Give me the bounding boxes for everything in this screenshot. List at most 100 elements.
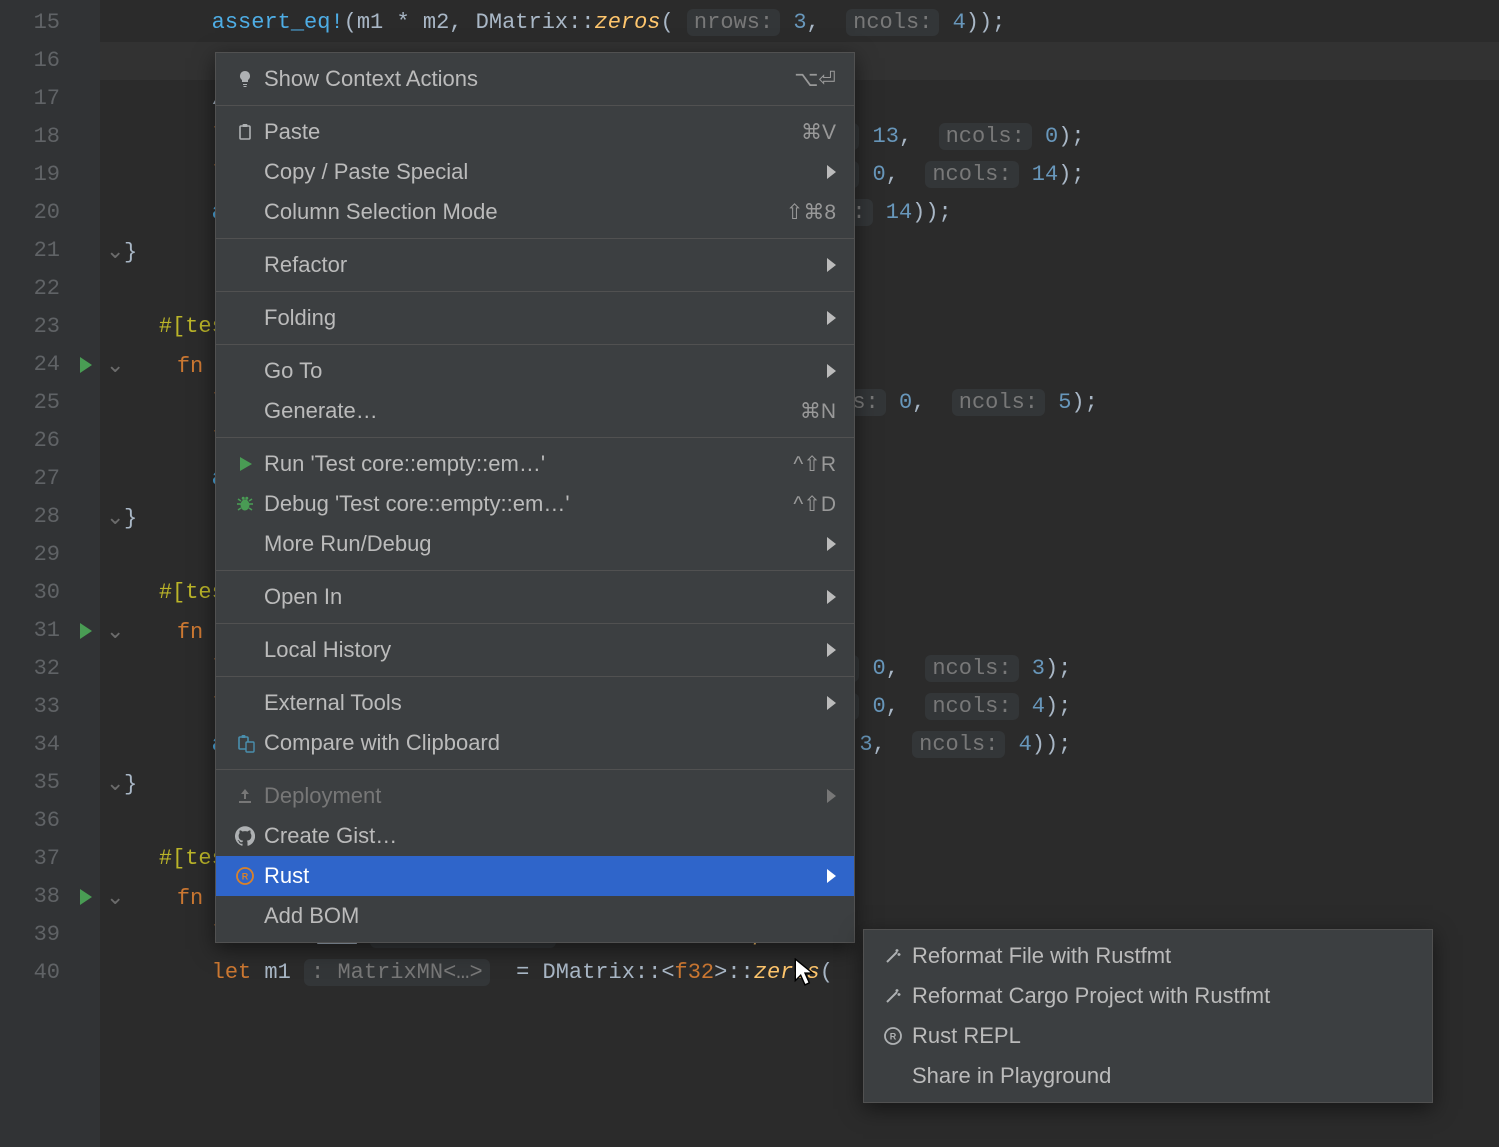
gutter: 1516171819202122232425262728293031323334… [0, 0, 100, 1147]
line-number: 40 [0, 954, 100, 992]
wand-icon [878, 946, 908, 966]
menu-item-refactor[interactable]: Refactor [216, 245, 854, 285]
menu-item-label: Folding [260, 305, 819, 331]
rust-icon: R [230, 866, 260, 886]
line-number: 19 [0, 156, 100, 194]
submenu-item-label: Reformat Cargo Project with Rustfmt [908, 983, 1414, 1009]
submenu-arrow-icon [827, 364, 836, 378]
menu-item-label: Debug 'Test core::empty::em…' [260, 491, 793, 517]
clipboard-icon [230, 122, 260, 142]
menu-item-run-test[interactable]: Run 'Test core::empty::em…'^⇧R [216, 444, 854, 484]
line-number: 23 [0, 308, 100, 346]
menu-item-label: External Tools [260, 690, 819, 716]
menu-item-shortcut: ⌘V [801, 120, 836, 145]
menu-separator [216, 623, 854, 624]
menu-separator [216, 676, 854, 677]
line-number: 35 [0, 764, 100, 802]
submenu-arrow-icon [827, 165, 836, 179]
menu-item-show-context-actions[interactable]: Show Context Actions⌥⏎ [216, 59, 854, 99]
menu-separator [216, 769, 854, 770]
submenu-item-label: Share in Playground [908, 1063, 1414, 1089]
menu-item-compare-with-clipboard[interactable]: Compare with Clipboard [216, 723, 854, 763]
menu-item-deployment: Deployment [216, 776, 854, 816]
menu-item-open-in[interactable]: Open In [216, 577, 854, 617]
line-number: 24 [0, 346, 100, 384]
menu-item-label: Show Context Actions [260, 66, 794, 92]
run-gutter-icon[interactable] [80, 357, 92, 373]
menu-item-debug-test[interactable]: Debug 'Test core::empty::em…'^⇧D [216, 484, 854, 524]
menu-item-more-run-debug[interactable]: More Run/Debug [216, 524, 854, 564]
line-number: 17 [0, 80, 100, 118]
submenu-item-reformat-cargo-rustfmt[interactable]: Reformat Cargo Project with Rustfmt [864, 976, 1432, 1016]
menu-item-shortcut: ⌘N [800, 399, 836, 424]
menu-item-label: Local History [260, 637, 819, 663]
submenu-arrow-icon [827, 789, 836, 803]
line-number: 21 [0, 232, 100, 270]
menu-item-label: Create Gist… [260, 823, 836, 849]
menu-item-label: Refactor [260, 252, 819, 278]
menu-item-local-history[interactable]: Local History [216, 630, 854, 670]
menu-item-generate[interactable]: Generate…⌘N [216, 391, 854, 431]
menu-item-label: Rust [260, 863, 819, 889]
line-number: 15 [0, 4, 100, 42]
menu-item-copy-paste-special[interactable]: Copy / Paste Special [216, 152, 854, 192]
menu-item-column-selection-mode[interactable]: Column Selection Mode⇧⌘8 [216, 192, 854, 232]
fold-icon[interactable]: ⌄ [106, 232, 120, 270]
menu-item-add-bom[interactable]: Add BOM [216, 896, 854, 936]
submenu-arrow-icon [827, 696, 836, 710]
menu-item-create-gist[interactable]: Create Gist… [216, 816, 854, 856]
menu-item-shortcut: ⌥⏎ [794, 67, 836, 92]
github-icon [230, 826, 260, 846]
line-number: 29 [0, 536, 100, 574]
fold-icon[interactable]: ⌄ [106, 346, 120, 384]
line-number: 25 [0, 384, 100, 422]
context-menu[interactable]: Show Context Actions⌥⏎ Paste⌘V Copy / Past… [215, 52, 855, 943]
line-number: 26 [0, 422, 100, 460]
rust-repl-icon: R [878, 1026, 908, 1046]
rust-submenu[interactable]: Reformat File with Rustfmt Reformat Cargo… [863, 929, 1433, 1103]
fold-icon[interactable]: ⌄ [106, 498, 120, 536]
line-number: 31 [0, 612, 100, 650]
submenu-arrow-icon [827, 590, 836, 604]
fold-icon[interactable]: ⌄ [106, 878, 120, 916]
menu-item-label: Copy / Paste Special [260, 159, 819, 185]
diff-clipboard-icon [230, 733, 260, 753]
menu-separator [216, 437, 854, 438]
line-number: 30 [0, 574, 100, 612]
menu-item-label: Column Selection Mode [260, 199, 786, 225]
bulb-icon [230, 69, 260, 89]
submenu-item-rust-repl[interactable]: RRust REPL [864, 1016, 1432, 1056]
submenu-arrow-icon [827, 869, 836, 883]
menu-item-shortcut: ^⇧D [793, 492, 836, 517]
menu-item-external-tools[interactable]: External Tools [216, 683, 854, 723]
line-number: 27 [0, 460, 100, 498]
fold-icon[interactable]: ⌄ [106, 612, 120, 650]
line-number: 38 [0, 878, 100, 916]
menu-item-folding[interactable]: Folding [216, 298, 854, 338]
line-number: 18 [0, 118, 100, 156]
submenu-arrow-icon [827, 311, 836, 325]
submenu-item-reformat-file-rustfmt[interactable]: Reformat File with Rustfmt [864, 936, 1432, 976]
menu-item-shortcut: ⇧⌘8 [786, 200, 836, 225]
fold-icon[interactable]: ⌄ [106, 764, 120, 802]
submenu-arrow-icon [827, 643, 836, 657]
line-number: 16 [0, 42, 100, 80]
line-number: 22 [0, 270, 100, 308]
menu-item-label: Deployment [260, 783, 819, 809]
submenu-item-share-in-playground[interactable]: Share in Playground [864, 1056, 1432, 1096]
menu-item-rust[interactable]: RRust [216, 856, 854, 896]
run-gutter-icon[interactable] [80, 889, 92, 905]
svg-text:R: R [890, 1032, 897, 1042]
run-gutter-icon[interactable] [80, 623, 92, 639]
menu-item-label: Paste [260, 119, 801, 145]
menu-item-go-to[interactable]: Go To [216, 351, 854, 391]
menu-item-label: Compare with Clipboard [260, 730, 836, 756]
menu-item-paste[interactable]: Paste⌘V [216, 112, 854, 152]
line-number: 33 [0, 688, 100, 726]
menu-item-label: More Run/Debug [260, 531, 819, 557]
menu-item-label: Generate… [260, 398, 800, 424]
menu-item-label: Open In [260, 584, 819, 610]
line-number: 20 [0, 194, 100, 232]
menu-item-label: Add BOM [260, 903, 836, 929]
code-line[interactable]: assert_eq!(m1 * m2, DMatrix::zeros( nrow… [100, 4, 1499, 42]
